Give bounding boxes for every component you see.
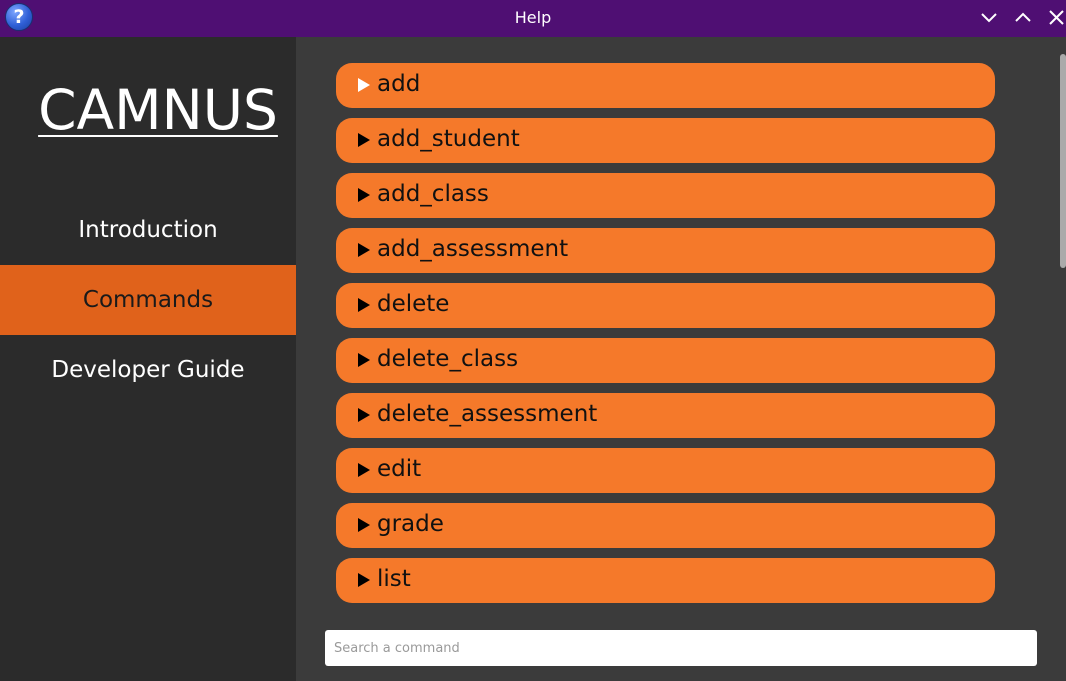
command-item[interactable]: edit [336, 448, 995, 493]
help-window: ? Help CAMNUS Introduction Commands Deve… [0, 0, 1066, 681]
window-title: Help [514, 8, 552, 27]
command-item[interactable]: delete [336, 283, 995, 328]
chevron-down-icon [981, 13, 997, 23]
minimize-button[interactable] [977, 6, 1001, 30]
triangle-right-icon [358, 78, 370, 92]
chevron-up-icon [1015, 12, 1031, 22]
command-item[interactable]: list [336, 558, 995, 603]
scrollbar[interactable] [1060, 54, 1066, 268]
command-label: add_class [377, 181, 489, 207]
command-label: delete_class [377, 346, 519, 372]
commands-panel: add add_student add_class add_assessmentdel… [296, 37, 1066, 681]
sidebar-item-introduction[interactable]: Introduction [0, 195, 296, 265]
command-label: add_student [377, 126, 520, 152]
triangle-right-icon [358, 353, 370, 367]
command-label: edit [377, 456, 422, 482]
command-item[interactable]: add_student [336, 118, 995, 163]
triangle-right-icon [358, 133, 370, 147]
maximize-button[interactable] [1011, 6, 1035, 30]
triangle-right-icon [358, 518, 370, 532]
command-label: delete [377, 291, 450, 317]
app-logo: CAMNUS [38, 78, 278, 142]
command-item[interactable]: delete_assessment [336, 393, 995, 438]
command-label: grade [377, 511, 444, 537]
command-item[interactable]: delete_class [336, 338, 995, 383]
triangle-right-icon [358, 463, 370, 477]
command-item[interactable]: add_class [336, 173, 995, 218]
triangle-right-icon [358, 573, 370, 587]
close-icon [1049, 10, 1064, 25]
close-button[interactable] [1045, 6, 1066, 30]
triangle-right-icon [358, 408, 370, 422]
sidebar-item-commands[interactable]: Commands [0, 265, 296, 335]
command-label: add [377, 71, 421, 97]
command-item[interactable]: add [336, 63, 995, 108]
search-input[interactable] [325, 630, 1037, 666]
command-item[interactable]: grade [336, 503, 995, 548]
command-label: delete_assessment [377, 401, 598, 427]
command-item[interactable]: add_assessment [336, 228, 995, 273]
command-label: add_assessment [377, 236, 569, 262]
sidebar: CAMNUS Introduction Commands Developer G… [0, 37, 296, 681]
title-bar: ? Help [0, 0, 1066, 37]
triangle-right-icon [358, 188, 370, 202]
triangle-right-icon [358, 243, 370, 257]
command-label: list [377, 566, 411, 592]
sidebar-item-developer-guide[interactable]: Developer Guide [0, 335, 296, 405]
triangle-right-icon [358, 298, 370, 312]
